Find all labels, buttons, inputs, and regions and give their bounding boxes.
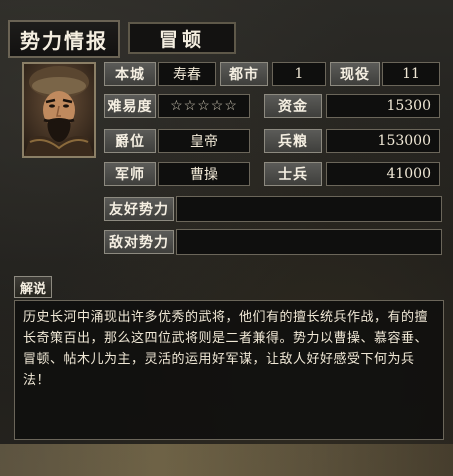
ruler-name-text: 冒顿: [158, 28, 205, 51]
advisor-label: 军师: [104, 162, 156, 186]
hostile-factions-label: 敌对势力: [104, 230, 174, 254]
background-artwork: [0, 444, 453, 476]
cities-label: 都市: [220, 62, 268, 86]
troops-label-text: 士兵: [278, 167, 308, 183]
rank-value-text: 皇帝: [190, 134, 218, 150]
friendly-factions-label: 友好势力: [104, 197, 174, 221]
friendly-factions-value[interactable]: [176, 196, 442, 222]
gold-value-text: 15300: [386, 98, 431, 114]
portrait-icon: [24, 64, 94, 156]
city-label-text: 本城: [115, 67, 145, 83]
food-value: 153000: [326, 129, 440, 153]
troops-label: 士兵: [264, 162, 322, 186]
city-label: 本城: [104, 62, 156, 86]
friendly-factions-label-text: 友好势力: [109, 202, 169, 218]
rank-label-text: 爵位: [115, 134, 145, 150]
panel-title: 势力情报: [8, 20, 120, 58]
faction-info-panel: 势力情报 冒顿 本城 寿春 都市 1 现役 11 难易度 ☆☆☆☆☆ 资金 15…: [0, 0, 453, 476]
difficulty-stars-icon: ☆☆☆☆☆: [170, 98, 238, 114]
hostile-factions-value[interactable]: [176, 229, 442, 255]
officers-value: 11: [382, 62, 440, 86]
difficulty-value: ☆☆☆☆☆: [158, 94, 250, 118]
difficulty-label: 难易度: [104, 94, 156, 118]
officers-label-text: 现役: [340, 67, 370, 83]
food-value-text: 153000: [377, 133, 431, 149]
description-text: 历史长河中涌现出许多优秀的武将，他们有的擅长统兵作战，有的擅长奇策百出，那么这四…: [23, 310, 429, 388]
description-tab-label: 解说: [19, 281, 46, 297]
city-value: 寿春: [158, 62, 216, 86]
cities-value: 1: [272, 62, 326, 86]
advisor-value-text: 曹操: [190, 167, 218, 183]
officers-value-text: 11: [402, 66, 420, 82]
gold-label-text: 资金: [278, 99, 308, 115]
gold-value: 15300: [326, 94, 440, 118]
difficulty-label-text: 难易度: [107, 99, 153, 115]
hostile-factions-label-text: 敌对势力: [109, 235, 169, 251]
advisor-value[interactable]: 曹操: [158, 162, 250, 186]
rank-label: 爵位: [104, 129, 156, 153]
city-value-text: 寿春: [173, 67, 201, 83]
food-label-text: 兵粮: [278, 134, 308, 150]
description-box: 历史长河中涌现出许多优秀的武将，他们有的擅长统兵作战，有的擅长奇策百出，那么这四…: [14, 300, 444, 440]
panel-title-text: 势力情报: [20, 28, 108, 53]
gold-label: 资金: [264, 94, 322, 118]
officers-label: 现役: [330, 62, 380, 86]
advisor-label-text: 军师: [115, 167, 145, 183]
troops-value-text: 41000: [386, 166, 431, 182]
cities-value-text: 1: [294, 66, 304, 82]
ruler-name: 冒顿: [128, 22, 236, 54]
description-tab[interactable]: 解说: [14, 276, 52, 298]
rank-value: 皇帝: [158, 129, 250, 153]
cities-label-text: 都市: [229, 67, 259, 83]
troops-value: 41000: [326, 162, 440, 186]
ruler-portrait: [22, 62, 96, 158]
food-label: 兵粮: [264, 129, 322, 153]
